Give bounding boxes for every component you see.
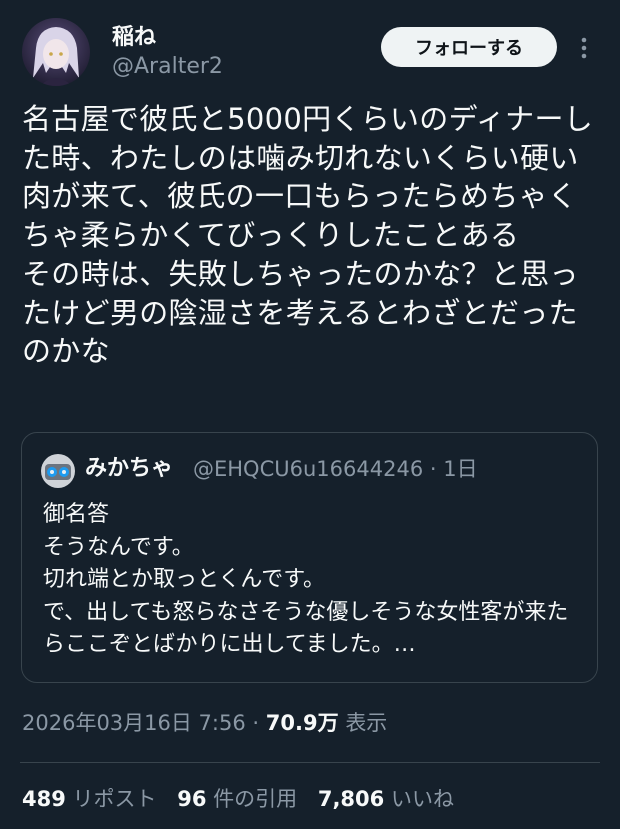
quote-separator: · [429, 457, 437, 481]
tweet-meta-row: 2026年03月16日 7:56 · 70.9万 表示 [22, 706, 387, 740]
tweet-header: 稲ね @Aralter2 フォローする [20, 18, 600, 88]
quotes-label: 件の引用 [213, 787, 298, 811]
author-handle[interactable]: @Aralter2 [112, 52, 223, 82]
quote-author-handle: @EHQCU6u16644246 [193, 457, 424, 481]
tweet-timestamp[interactable]: 2026年03月16日 7:56 [22, 711, 246, 735]
quote-time: 1日 [443, 457, 478, 481]
quote-author-avatar[interactable] [41, 454, 75, 488]
quote-author-meta: @EHQCU6u16644246 · 1日 [193, 453, 478, 485]
author-avatar[interactable] [22, 18, 90, 86]
more-vertical-icon[interactable] [577, 34, 591, 62]
divider [20, 762, 600, 763]
quote-author-display-name: みかちゃ [85, 456, 174, 481]
author-names: 稲ね @Aralter2 [112, 24, 223, 82]
engagement-stats: 489 リポスト 96 件の引用 7,806 いいね [22, 782, 468, 816]
likes-count: 7,806 [317, 787, 385, 811]
author-display-name[interactable]: 稲ね [112, 24, 223, 52]
views-count: 70.9万 [265, 711, 339, 735]
quote-text: 御名答 そうなんです。 切れ端とか取っとくんです。 で、出しても怒らなさそうな優… [43, 502, 569, 658]
follow-button[interactable]: フォローする [381, 27, 557, 67]
reposts-label: リポスト [72, 787, 157, 811]
reposts-count: 489 [22, 787, 66, 811]
likes-stat[interactable]: 7,806 いいね [318, 782, 454, 816]
tweet-text: 名古屋で彼氏と5000円くらいのディナーした時、わたしのは噛み切れないくらい硬い… [22, 102, 594, 369]
quotes-stat[interactable]: 96 件の引用 [177, 782, 297, 816]
likes-label: いいね [390, 787, 454, 811]
quotes-count: 96 [177, 787, 207, 811]
meta-separator: · [252, 711, 260, 735]
quote-tweet-card[interactable]: みかちゃ @EHQCU6u16644246 · 1日 御名答 そうなんです。 切… [21, 432, 598, 683]
views-label: 表示 [345, 711, 388, 735]
reposts-stat[interactable]: 489 リポスト [22, 782, 157, 816]
